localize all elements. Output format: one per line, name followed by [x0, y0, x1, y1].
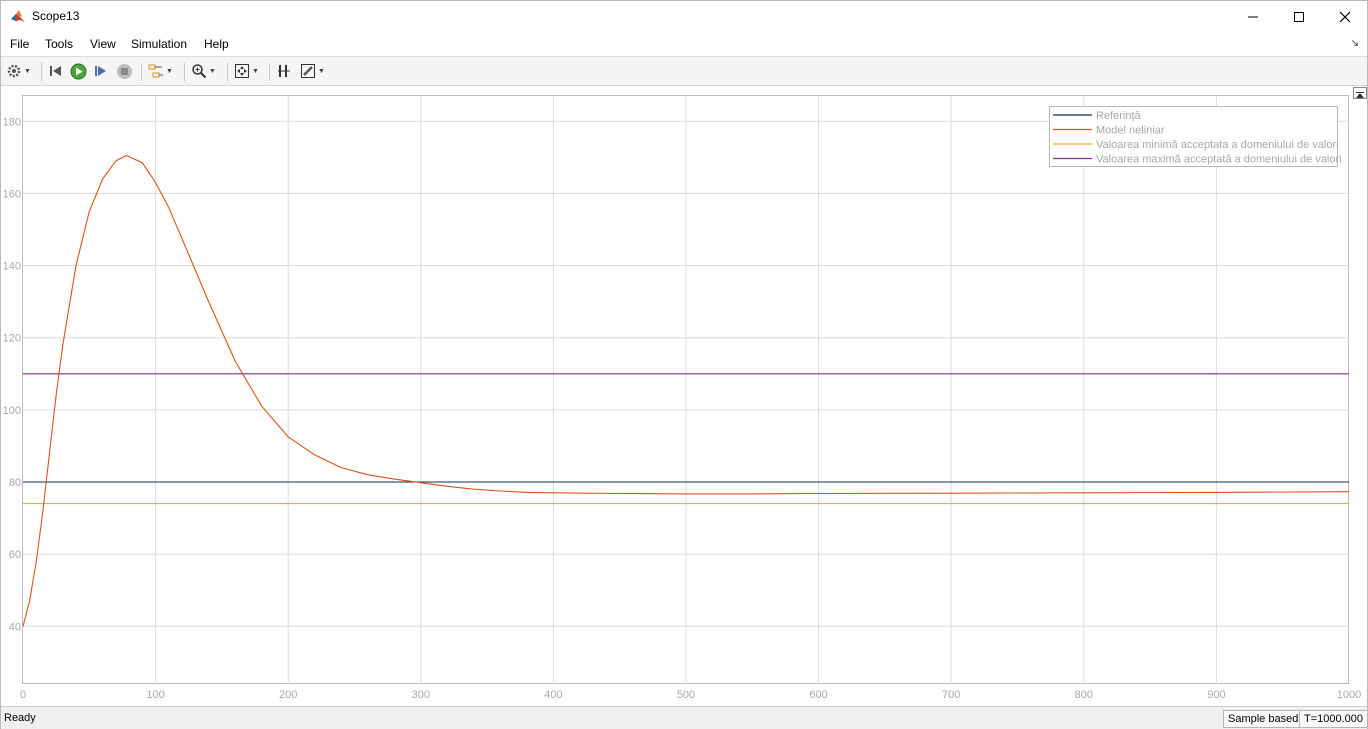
settings-button[interactable]: ▼: [6, 61, 31, 81]
maximize-icon: [1294, 11, 1304, 22]
style-icon: [301, 64, 315, 78]
zoom-in-icon: [192, 64, 207, 79]
signal-select-icon: [148, 64, 163, 78]
y-tick-label: 40: [9, 621, 21, 633]
y-tick-label: 120: [3, 333, 21, 345]
menu-view[interactable]: View: [90, 37, 116, 51]
status-ready: Ready: [4, 712, 36, 724]
title-bar: Scope13: [1, 1, 1367, 32]
legend[interactable]: Referință Model neliniar Valoarea minimă a…: [1049, 106, 1342, 167]
y-tick-label: 180: [3, 116, 21, 128]
legend-label-1: Model neliniar: [1096, 125, 1165, 137]
x-tick-label: 700: [942, 689, 960, 701]
window-title: Scope13: [32, 9, 80, 23]
undock-icon[interactable]: ↘: [1351, 38, 1359, 49]
step-back-button[interactable]: [48, 61, 64, 81]
menu-bar: File Tools View Simulation Help ↘: [1, 32, 1367, 57]
status-sample-mode: Sample based: [1223, 710, 1304, 728]
y-tick-label: 160: [3, 188, 21, 200]
menu-help[interactable]: Help: [204, 37, 229, 51]
fit-to-view-button[interactable]: ▼: [234, 61, 259, 81]
run-button[interactable]: [70, 61, 87, 81]
step-forward-button[interactable]: [93, 61, 109, 81]
close-icon: [1339, 11, 1351, 22]
fit-to-view-icon: [235, 64, 249, 78]
status-sim-time: T=1000.000: [1299, 710, 1368, 728]
legend-label-3: Valoarea maximă acceptată a domeniului d…: [1096, 154, 1342, 166]
y-tick-label: 100: [3, 405, 21, 417]
stop-icon: [117, 63, 132, 79]
x-tick-label: 100: [146, 689, 164, 701]
menu-tools[interactable]: Tools: [45, 37, 73, 51]
close-button[interactable]: [1322, 1, 1368, 32]
gear-icon: [7, 64, 21, 78]
minimize-button[interactable]: [1230, 1, 1276, 32]
y-tick-label: 140: [3, 261, 21, 273]
run-icon: [70, 63, 87, 79]
scope-chart[interactable]: 0 100 200 300 400 500 600 700 800 900 1000 40 60 80 10…: [1, 86, 1367, 705]
legend-label-2: Valoarea minimă acceptata a domeniului d…: [1096, 139, 1339, 151]
menu-simulation[interactable]: Simulation: [131, 37, 187, 51]
y-tick-label: 80: [9, 477, 21, 489]
zoom-button[interactable]: ▼: [191, 61, 216, 81]
cursor-measurements-button[interactable]: [276, 61, 292, 81]
x-tick-label: 200: [279, 689, 297, 701]
step-back-icon: [50, 66, 61, 76]
x-tick-label: 800: [1075, 689, 1093, 701]
scope-window: Scope13 File Tools View Simulation Help …: [0, 0, 1368, 729]
style-button[interactable]: ▼: [300, 61, 325, 81]
x-tick-label: 600: [809, 689, 827, 701]
stop-button[interactable]: [116, 61, 133, 81]
maximize-button[interactable]: [1276, 1, 1322, 32]
x-tick-label: 500: [677, 689, 695, 701]
step-forward-icon: [95, 66, 106, 76]
x-tick-label: 0: [20, 689, 26, 701]
x-tick-label: 1000: [1337, 689, 1361, 701]
cursor-measure-icon: [278, 65, 290, 77]
x-tick-label: 300: [412, 689, 430, 701]
x-tick-label: 400: [544, 689, 562, 701]
matlab-logo-icon: [11, 10, 25, 22]
menu-file[interactable]: File: [10, 37, 29, 51]
y-tick-label: 60: [9, 549, 21, 561]
plot-area: 0 100 200 300 400 500 600 700 800 900 1000 40 60 80 10…: [1, 86, 1367, 705]
signal-select-button[interactable]: ▼: [148, 61, 173, 81]
dock-axes-icon[interactable]: [1353, 87, 1367, 99]
legend-label-0: Referință: [1096, 110, 1142, 122]
minimize-icon: [1248, 16, 1258, 17]
status-bar: Ready Sample based T=1000.000: [1, 706, 1368, 729]
toolbar: ▼ ▼ ▼ ▼ ▼: [1, 57, 1367, 86]
x-tick-label: 900: [1207, 689, 1225, 701]
